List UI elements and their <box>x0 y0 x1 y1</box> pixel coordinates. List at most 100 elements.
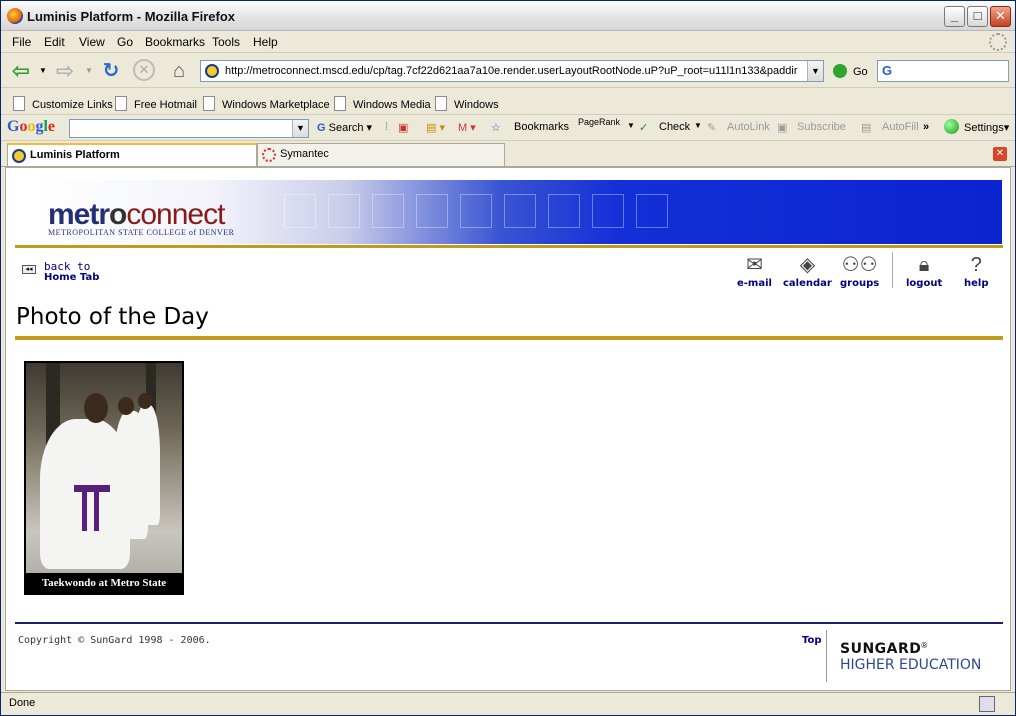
toolbar-overflow-chevron[interactable]: » <box>923 121 929 133</box>
bookmark-customize-links[interactable]: Customize Links <box>13 96 113 111</box>
minimize-button[interactable]: _ <box>944 6 965 27</box>
copyright-text: Copyright © SunGard 1998 - 2006. <box>18 635 211 646</box>
email-label[interactable]: e-mail <box>737 278 772 289</box>
luminis-favicon-icon <box>12 149 26 163</box>
calendar-link[interactable]: ◈ calendar <box>783 252 832 289</box>
news-icon[interactable]: ▤ ▾ <box>426 121 445 134</box>
title-bar: Luminis Platform - Mozilla Firefox _ □ ✕ <box>1 1 1015 31</box>
subscribe-icon: ▣ <box>777 122 788 134</box>
check-dropdown[interactable]: ▼ <box>694 121 702 130</box>
forward-arrow-icon[interactable]: ⇨ <box>53 59 77 83</box>
title-divider <box>15 336 1003 340</box>
google-search-button[interactable]: G Search ▾ <box>317 121 372 134</box>
reload-icon[interactable]: ↻ <box>99 59 123 83</box>
email-link[interactable]: ✉ e-mail <box>737 252 772 289</box>
subscribe-button[interactable]: Subscribe <box>797 121 846 133</box>
metroconnect-logo[interactable]: metroconnect METROPOLITAN STATE COLLEGE … <box>48 198 234 237</box>
gold-divider <box>15 245 1003 248</box>
throbber-icon <box>989 33 1007 51</box>
forward-history-dropdown[interactable]: ▼ <box>85 66 93 75</box>
menu-help[interactable]: Help <box>253 35 278 49</box>
menu-file[interactable]: File <box>12 35 31 49</box>
url-bar[interactable]: http://metroconnect.mscd.edu/cp/tag.7cf2… <box>200 60 824 82</box>
settings-status-icon <box>944 119 959 134</box>
tab-label: Luminis Platform <box>30 149 120 161</box>
photo-caption: Taekwondo at Metro State <box>25 573 183 594</box>
google-search-dropdown[interactable]: ▼ <box>292 120 308 137</box>
google-toolbar: Google ▼ G Search ▾ ⁞ ▣ ▤ ▾ M ▾ ☆ Bookma… <box>1 115 1015 141</box>
spellcheck-icon[interactable]: ✓ <box>639 121 648 134</box>
go-button[interactable]: Go <box>833 64 868 78</box>
search-engine-icon[interactable]: G <box>882 63 892 78</box>
groups-link[interactable]: ⚇⚇ groups <box>840 252 879 289</box>
sungard-logo: SUNGARD® HIGHER EDUCATION <box>840 641 982 673</box>
close-tab-icon[interactable]: ✕ <box>993 147 1007 161</box>
connection-status-icon[interactable] <box>979 696 995 712</box>
bookmark-windows-marketplace[interactable]: Windows Marketplace <box>203 96 330 111</box>
bookmarks-toolbar: Customize Links Free Hotmail Windows Mar… <box>1 89 1015 115</box>
college-name: METROPOLITAN STATE COLLEGE of DENVER <box>48 228 235 237</box>
footer-separator <box>826 630 827 682</box>
lock-icon: 🔒︎ <box>918 254 930 276</box>
google-logo[interactable]: Google <box>7 118 55 136</box>
menu-bookmarks[interactable]: Bookmarks <box>145 35 205 49</box>
site-favicon <box>205 64 219 78</box>
groups-icon: ⚇⚇ <box>841 254 878 276</box>
autolink-button[interactable]: AutoLink <box>727 121 770 133</box>
bookmark-windows[interactable]: Windows <box>435 96 499 111</box>
page-title: Photo of the Day <box>16 304 209 330</box>
check-button[interactable]: Check <box>659 121 690 133</box>
envelope-icon: ✉ <box>746 254 763 276</box>
tab-symantec[interactable]: Symantec <box>257 143 505 166</box>
firefox-icon <box>7 8 23 24</box>
menu-bar: File Edit View Go Bookmarks Tools Help <box>1 31 1015 53</box>
google-bookmarks-button[interactable]: Bookmarks <box>514 121 569 133</box>
stop-icon[interactable]: ✕ <box>133 59 155 81</box>
tab-luminis-platform[interactable]: Luminis Platform <box>7 143 257 166</box>
logout-link[interactable]: 🔒︎ logout <box>906 252 942 289</box>
calendar-label[interactable]: calendar <box>783 278 832 289</box>
question-icon: ? <box>970 254 982 276</box>
quicklinks-divider <box>892 252 893 288</box>
home-tab-text[interactable]: Home Tab <box>44 272 99 283</box>
go-arrow-icon <box>833 64 847 78</box>
help-link[interactable]: ? help <box>964 252 989 289</box>
back-arrow-icon[interactable]: ⇦ <box>9 59 33 83</box>
home-icon[interactable]: ⌂ <box>167 59 191 83</box>
menu-view[interactable]: View <box>79 35 105 49</box>
close-button[interactable]: ✕ <box>990 6 1011 27</box>
settings-button[interactable]: Settings▾ <box>964 121 1009 134</box>
logout-label[interactable]: logout <box>906 278 942 289</box>
search-box[interactable]: G <box>877 60 1009 82</box>
url-text[interactable]: http://metroconnect.mscd.edu/cp/tag.7cf2… <box>225 65 805 77</box>
bookmark-windows-media[interactable]: Windows Media <box>334 96 431 111</box>
calendar-icon: ◈ <box>799 254 816 276</box>
menu-tools[interactable]: Tools <box>212 35 240 49</box>
site-banner: metroconnect METROPOLITAN STATE COLLEGE … <box>36 180 1002 244</box>
gmail-icon[interactable]: M ▾ <box>458 121 476 134</box>
top-link[interactable]: Top <box>802 635 822 646</box>
status-text: Done <box>9 697 36 709</box>
menu-go[interactable]: Go <box>117 35 133 49</box>
autofill-button[interactable]: AutoFill <box>882 121 919 133</box>
groups-label[interactable]: groups <box>840 278 879 289</box>
footer-divider <box>15 622 1003 624</box>
bookmarks-star-icon[interactable]: ☆ <box>491 121 501 134</box>
maximize-button[interactable]: □ <box>967 6 988 27</box>
autolink-icon: ✎ <box>707 122 717 134</box>
pagerank-meter: PageRank <box>578 117 621 127</box>
tab-label: Symantec <box>280 148 329 160</box>
google-search-input[interactable]: ▼ <box>69 119 309 138</box>
menu-edit[interactable]: Edit <box>44 35 65 49</box>
photo-of-the-day[interactable]: Taekwondo at Metro State <box>24 361 184 595</box>
popup-blocker-icon[interactable]: ▣ <box>398 121 408 134</box>
taekwondo-photo <box>26 363 182 574</box>
pagerank-dropdown[interactable]: ▼ <box>627 121 635 130</box>
autofill-icon: ▤ <box>861 122 872 134</box>
url-dropdown[interactable]: ▼ <box>807 61 823 81</box>
help-label[interactable]: help <box>964 278 989 289</box>
page-content: metroconnect METROPOLITAN STATE COLLEGE … <box>5 167 1011 691</box>
status-bar: Done <box>1 692 1015 715</box>
back-history-dropdown[interactable]: ▼ <box>39 66 47 75</box>
bookmark-free-hotmail[interactable]: Free Hotmail <box>115 96 197 111</box>
